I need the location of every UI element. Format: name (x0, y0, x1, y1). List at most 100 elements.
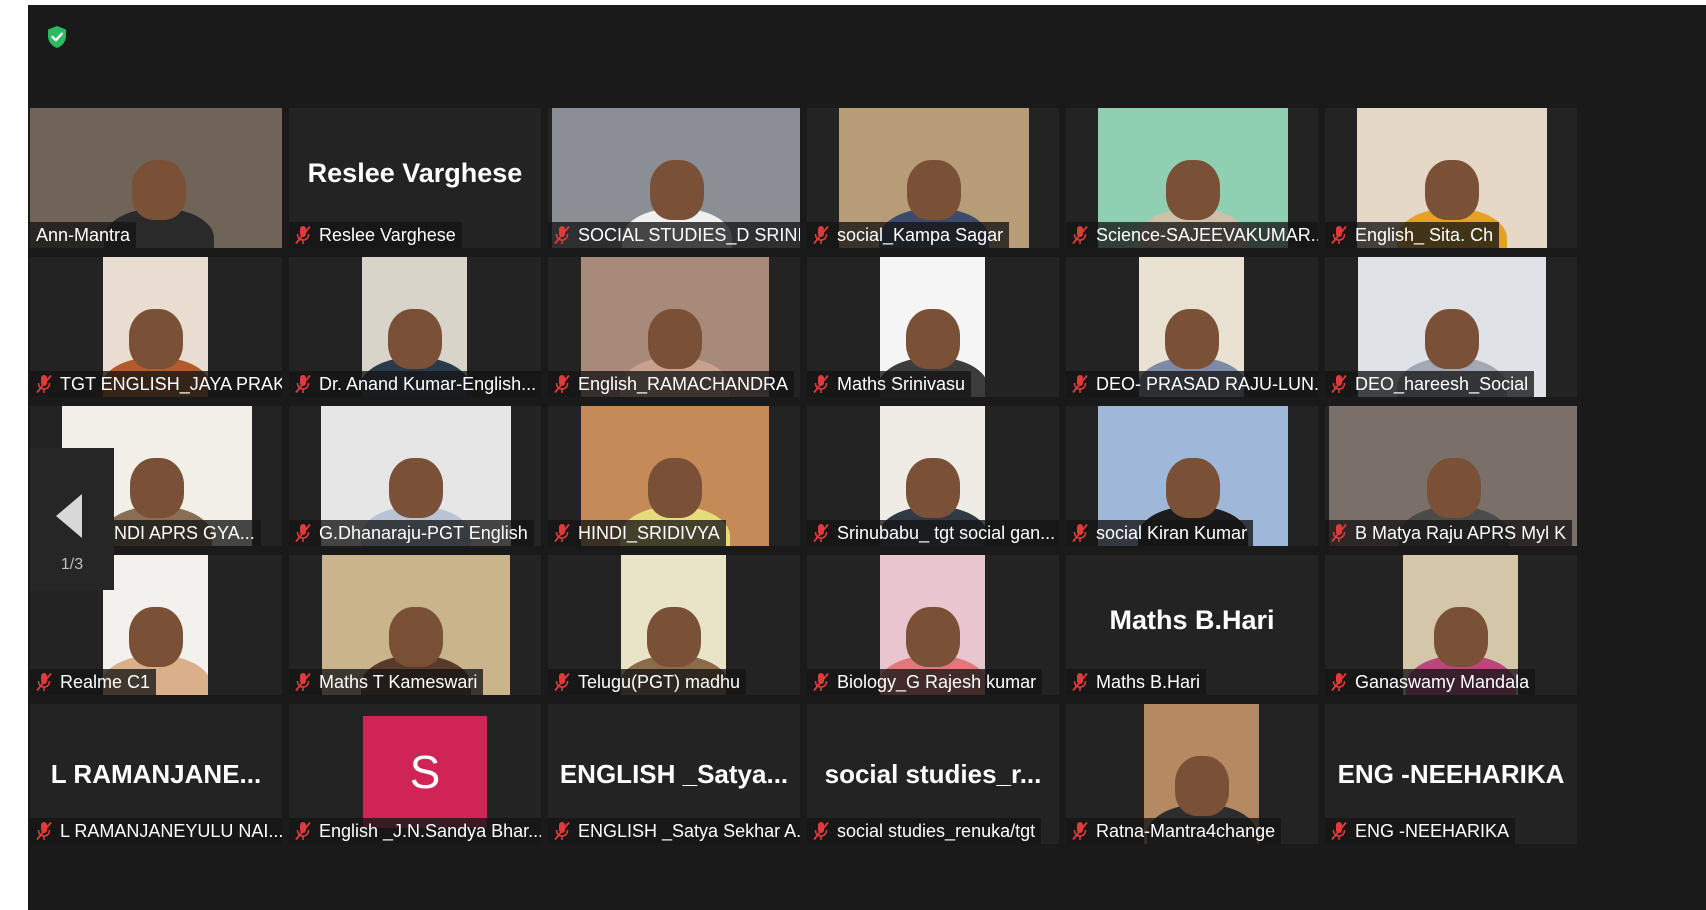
avatar: S (363, 716, 487, 828)
participant-name-label: Dr. Anand Kumar-English... (289, 371, 541, 397)
participant-tile[interactable]: Ratna-Mantra4change (1066, 704, 1318, 844)
chevron-left-icon[interactable] (56, 494, 82, 538)
participant-name: social Kiran Kumar (1096, 522, 1248, 543)
participant-name: social studies_renuka/tgt (837, 820, 1036, 841)
participant-tile[interactable]: Maths T Kameswari (289, 555, 541, 695)
muted-mic-icon (1331, 523, 1347, 543)
participant-name-label: Maths T Kameswari (289, 669, 484, 695)
participant-display-name: ENG -NEEHARIKA (1337, 759, 1565, 789)
participant-tile[interactable]: L RAMANJANE... L RAMANJANEYULU NAI... (30, 704, 282, 844)
participant-name-label: B Matya Raju APRS Myl K (1325, 520, 1573, 546)
participant-name-label: social_Kampa Sagar (807, 222, 1010, 248)
muted-mic-icon (554, 225, 570, 245)
muted-mic-icon (36, 821, 52, 841)
participant-tile[interactable]: HINDI_SRIDIVYA (548, 406, 800, 546)
participant-tile[interactable]: Srinubabu_ tgt social gan... (807, 406, 1059, 546)
muted-mic-icon (554, 374, 570, 394)
muted-mic-icon (1331, 225, 1347, 245)
participant-tile[interactable]: social_Kampa Sagar (807, 108, 1059, 248)
participant-name-label: Ganaswamy Mandala (1325, 669, 1536, 695)
participant-name-label: English _J.N.Sandya Bhar... (289, 818, 541, 844)
participant-name-label: Science-SAJEEVAKUMAR.... (1066, 222, 1318, 248)
participant-tile[interactable]: social studies_r... social studies_renuka… (807, 704, 1059, 844)
muted-mic-icon (813, 821, 829, 841)
participant-name: G.Dhanaraju-PGT English (319, 522, 528, 543)
participant-name: English_RAMACHANDRA (578, 373, 789, 394)
participant-tile[interactable]: Maths B.Hari Maths B.Hari (1066, 555, 1318, 695)
participant-name-label: TGT ENGLISH_JAYA PRAK... (30, 371, 282, 397)
participant-display-name: ENGLISH _Satya... (559, 759, 789, 789)
participant-name: English_ Sita. Ch (1355, 224, 1494, 245)
participant-name: Dr. Anand Kumar-English... (319, 373, 537, 394)
participant-name-label: G.Dhanaraju-PGT English (289, 520, 534, 546)
participant-name-label: L RAMANJANEYULU NAI... (30, 818, 282, 844)
muted-mic-icon (1072, 821, 1088, 841)
gallery-pager[interactable]: 1/3 (30, 448, 114, 590)
muted-mic-icon (295, 523, 311, 543)
participant-name: Biology_G Rajesh kumar (837, 671, 1037, 692)
participant-tile[interactable]: DEO- PRASAD RAJU-LUN... (1066, 257, 1318, 397)
participant-tile[interactable]: Telugu(PGT) madhu (548, 555, 800, 695)
participant-name: social_Kampa Sagar (837, 224, 1004, 245)
participant-tile[interactable]: ENGLISH _Satya... ENGLISH _Satya Sekhar A… (548, 704, 800, 844)
participant-tile[interactable]: Ganaswamy Mandala (1325, 555, 1577, 695)
muted-mic-icon (36, 672, 52, 692)
participant-tile[interactable]: TGT ENGLISH_JAYA PRAK... (30, 257, 282, 397)
top-bar (28, 5, 1706, 105)
muted-mic-icon (813, 374, 829, 394)
shield-check-icon[interactable] (46, 25, 68, 49)
participant-tile[interactable]: English_RAMACHANDRA (548, 257, 800, 397)
participant-name: Srinubabu_ tgt social gan... (837, 522, 1056, 543)
participant-name: English _J.N.Sandya Bhar... (319, 820, 541, 841)
muted-mic-icon (554, 672, 570, 692)
participant-name-label: SOCIAL STUDIES_D SRINI... (548, 222, 800, 248)
muted-mic-icon (295, 672, 311, 692)
muted-mic-icon (1072, 374, 1088, 394)
participant-name: TGT ENGLISH_JAYA PRAK... (60, 373, 282, 394)
participant-name: ENGLISH _Satya Sekhar A... (578, 820, 800, 841)
participant-tile[interactable]: Maths Srinivasu (807, 257, 1059, 397)
participant-name: DEO_hareesh_Social (1355, 373, 1529, 394)
participant-name-label: English_RAMACHANDRA (548, 371, 795, 397)
participant-tile[interactable]: English_ Sita. Ch (1325, 108, 1577, 248)
participant-name-label: Realme C1 (30, 669, 157, 695)
participant-name: Realme C1 (60, 671, 151, 692)
participant-name-label: HINDI_SRIDIVYA (548, 520, 726, 546)
participant-tile[interactable]: Ann-Mantra (30, 108, 282, 248)
participant-name-label: Maths Srinivasu (807, 371, 972, 397)
muted-mic-icon (1072, 672, 1088, 692)
participant-name-label: DEO_hareesh_Social (1325, 371, 1535, 397)
participant-display-name: Maths B.Hari (1109, 605, 1275, 635)
participant-name: Reslee Varghese (319, 224, 456, 245)
participant-name: Maths B.Hari (1096, 671, 1201, 692)
muted-mic-icon (813, 225, 829, 245)
participant-name-label: social Kiran Kumar (1066, 520, 1254, 546)
participant-tile[interactable]: SOCIAL STUDIES_D SRINI... (548, 108, 800, 248)
participant-tile[interactable]: S English _J.N.Sandya Bhar... (289, 704, 541, 844)
participant-name-label: Telugu(PGT) madhu (548, 669, 747, 695)
participant-display-name: Reslee Varghese (307, 158, 523, 188)
muted-mic-icon (1331, 672, 1347, 692)
participant-tile[interactable]: Biology_G Rajesh kumar (807, 555, 1059, 695)
participant-tile[interactable]: ENG -NEEHARIKA ENG -NEEHARIKA (1325, 704, 1577, 844)
participant-name: HINDI_SRIDIVYA (578, 522, 720, 543)
participant-name: Science-SAJEEVAKUMAR.... (1096, 224, 1318, 245)
participant-name: Maths T Kameswari (319, 671, 478, 692)
participant-tile[interactable]: B Matya Raju APRS Myl K (1325, 406, 1577, 546)
participant-name: Ann-Mantra (36, 224, 131, 245)
participant-name-label: social studies_renuka/tgt (807, 818, 1042, 844)
participant-name-label: Ratna-Mantra4change (1066, 818, 1282, 844)
participant-tile[interactable]: DEO_hareesh_Social (1325, 257, 1577, 397)
participant-tile[interactable]: G.Dhanaraju-PGT English (289, 406, 541, 546)
muted-mic-icon (1072, 225, 1088, 245)
participant-tile[interactable]: Dr. Anand Kumar-English... (289, 257, 541, 397)
participant-tile[interactable]: Science-SAJEEVAKUMAR.... (1066, 108, 1318, 248)
muted-mic-icon (813, 523, 829, 543)
page-indicator: 1/3 (60, 556, 84, 573)
muted-mic-icon (1331, 374, 1347, 394)
participant-tile[interactable]: Reslee Varghese Reslee Varghese (289, 108, 541, 248)
participant-name: L RAMANJANEYULU NAI... (60, 820, 282, 841)
participant-tile[interactable]: social Kiran Kumar (1066, 406, 1318, 546)
participant-name: DEO- PRASAD RAJU-LUN... (1096, 373, 1318, 394)
participant-name-label: English_ Sita. Ch (1325, 222, 1500, 248)
